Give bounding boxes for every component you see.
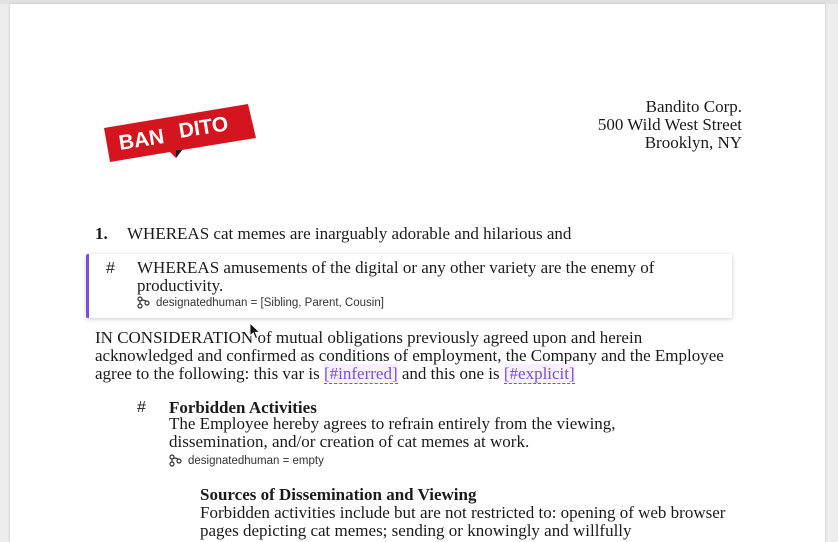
subsection-body[interactable]: Forbidden activities include but are not… — [200, 504, 740, 540]
company-name: Bandito Corp. — [645, 97, 742, 116]
section-number: # — [137, 399, 146, 416]
subsection-sources[interactable]: Sources of Dissemination and Viewing For… — [200, 486, 740, 540]
subsection-heading: Sources of Dissemination and Viewing — [200, 485, 477, 504]
consideration-paragraph[interactable]: IN CONSIDERATION of mutual obligations p… — [95, 329, 735, 384]
variable-assignment[interactable]: designatedhuman = empty — [169, 454, 324, 467]
cursor-icon — [249, 322, 261, 340]
clause-text[interactable]: WHEREAS cat memes are inarguably adorabl… — [127, 225, 571, 243]
branch-icon — [137, 296, 150, 309]
section-body[interactable]: The Employee hereby agrees to refrain en… — [169, 415, 689, 451]
clause-number: 1. — [95, 224, 108, 243]
selected-clause-card[interactable]: # WHEREAS amusements of the digital or a… — [86, 254, 732, 318]
consideration-text-middle: and this one is — [397, 364, 504, 383]
variable-assignment[interactable]: designatedhuman = [Sibling, Parent, Cous… — [137, 296, 384, 309]
inferred-variable-tag[interactable]: [#inferred] — [323, 364, 398, 384]
clause-number: # — [106, 260, 115, 277]
company-city: Brooklyn, NY — [644, 133, 742, 152]
explicit-variable-tag[interactable]: [#explicit] — [503, 364, 575, 384]
bandito-logo: BAN DITO — [104, 104, 256, 162]
variable-text: designatedhuman = empty — [188, 454, 324, 467]
clause-text[interactable]: WHEREAS amusements of the digital or any… — [137, 259, 707, 295]
company-street: 500 Wild West Street — [597, 115, 742, 134]
branch-icon — [169, 454, 182, 467]
variable-text: designatedhuman = [Sibling, Parent, Cous… — [156, 296, 384, 309]
company-address: Bandito Corp. 500 Wild West Street Brook… — [598, 98, 742, 152]
